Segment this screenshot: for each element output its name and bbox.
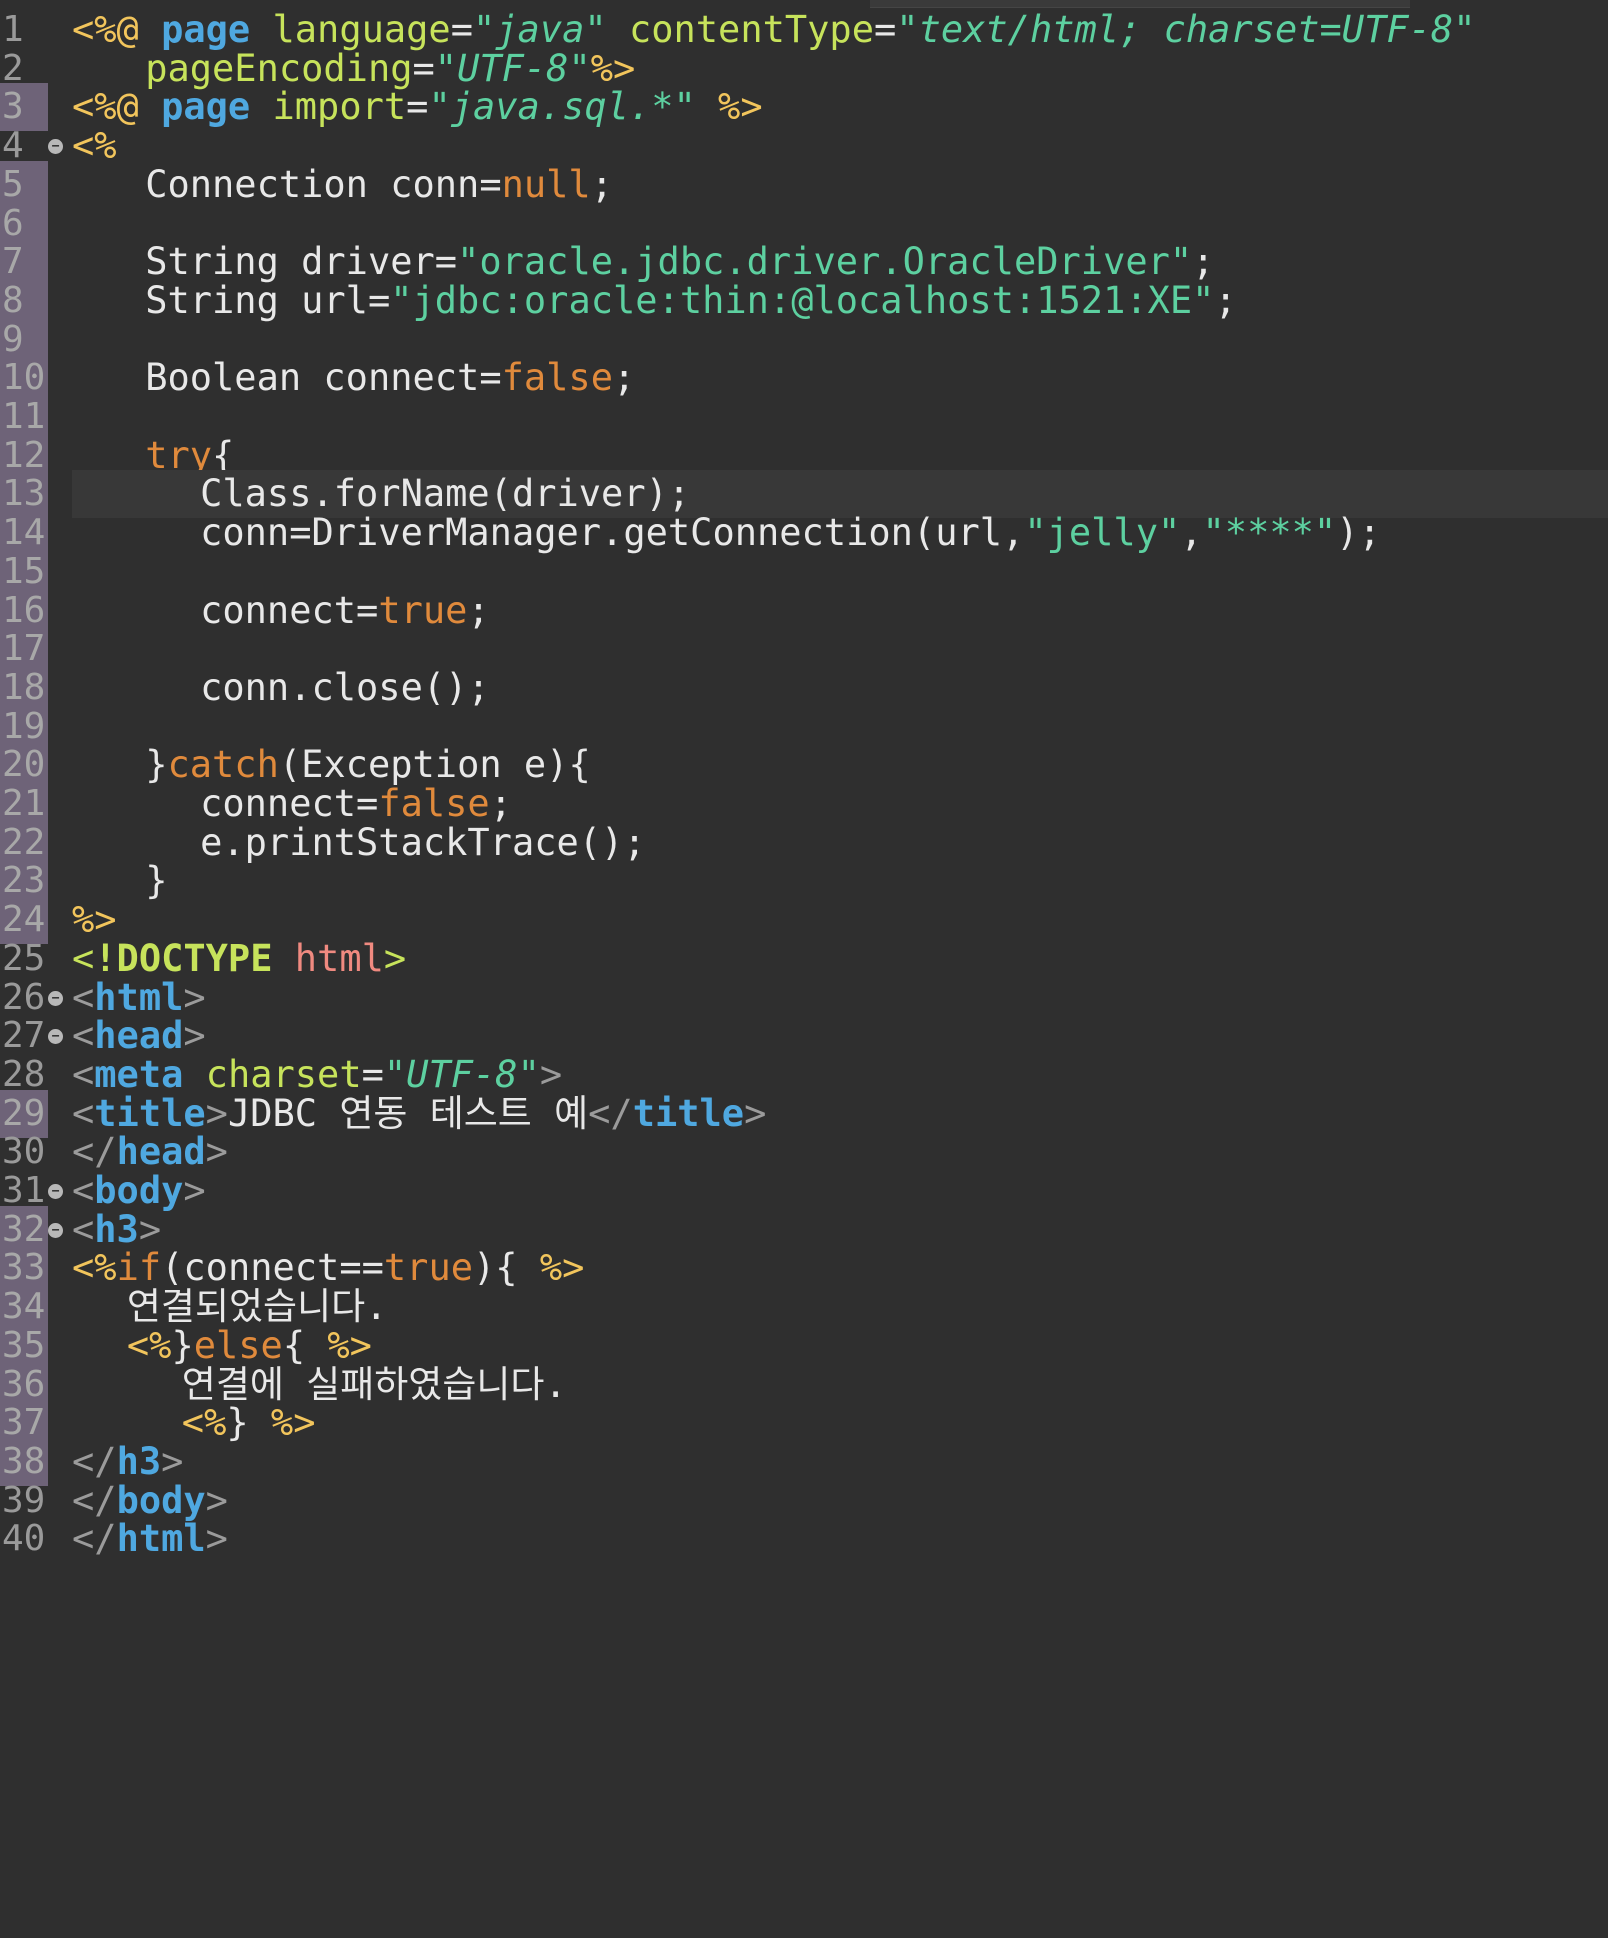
code-editor[interactable]: 1 <%@ page language="java" contentType="t… — [0, 0, 1608, 1938]
code-token: html — [116, 1517, 206, 1561]
fold-collapse-icon[interactable]: − — [48, 1222, 63, 1238]
line-number: 40 — [2, 1518, 46, 1560]
fold-collapse-icon[interactable]: − — [48, 1029, 63, 1045]
fold-collapse-icon[interactable]: − — [48, 1184, 63, 1199]
fold-collapse-icon[interactable]: − — [48, 990, 63, 1006]
fold-collapse-icon[interactable]: − — [48, 139, 63, 155]
code-token: > — [205, 1517, 228, 1561]
code-token: </ — [72, 1517, 117, 1561]
code-text[interactable]: </html> — [72, 1515, 1608, 1563]
code-line[interactable]: 40 </html> — [0, 1515, 1608, 1563]
